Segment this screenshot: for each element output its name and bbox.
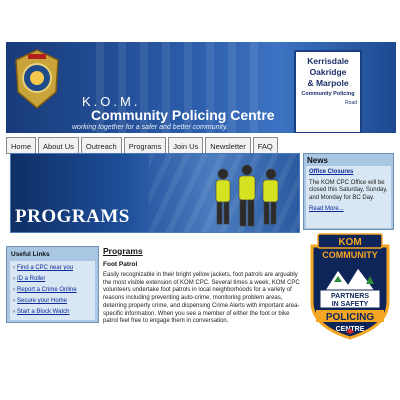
site-title: Community Policing Centre — [91, 107, 275, 123]
link-id-roller[interactable]: › ID a Roller — [13, 274, 95, 285]
neighbourhood-sign: Kerrisdale Oakridge & Marpole Community … — [294, 50, 362, 133]
arrow-right-icon: › — [13, 287, 15, 293]
news-title: News — [307, 156, 328, 165]
page-wrapper: K.O.M. Community Policing Centre working… — [6, 42, 396, 342]
nav-newsletter[interactable]: Newsletter — [205, 137, 251, 154]
office-closures-link[interactable]: Office Closures — [309, 169, 388, 177]
logo-policing-text: POLICING — [326, 312, 375, 323]
partners-in-safety-logo: KOM COMMUNITY PARTNERS IN SAFETY POLICIN… — [310, 233, 390, 340]
sign-neighbourhoods: Kerrisdale Oakridge & Marpole — [296, 52, 360, 89]
news-text: The KOM CPC Office will be closed this S… — [309, 179, 388, 201]
logo-partners-text: PARTNERS — [331, 293, 369, 300]
arrow-right-icon: › — [13, 276, 15, 282]
logo-kom-text: KOM — [338, 237, 361, 248]
link-secure-home[interactable]: › Secure your Home — [13, 296, 95, 307]
header-banner: K.O.M. Community Policing Centre working… — [6, 42, 396, 133]
logo-community-text: COMMUNITY — [322, 250, 378, 260]
nav-programs[interactable]: Programs — [123, 137, 167, 154]
nav-faq[interactable]: FAQ — [252, 137, 278, 154]
link-label[interactable]: ID a Roller — [17, 276, 45, 282]
logo-in-safety-text: IN SAFETY — [332, 301, 369, 308]
nav-home[interactable]: Home — [6, 137, 37, 154]
sign-line-marpole: & Marpole — [307, 78, 349, 88]
read-more-link[interactable]: Read More... — [309, 206, 388, 214]
useful-links-panel: Useful Links › Find a CPC near you › ID a … — [6, 246, 99, 323]
link-label[interactable]: Report a Crime Online — [17, 287, 77, 293]
sign-community-policing: Community Policing — [301, 91, 355, 97]
link-block-watch[interactable]: › Start a Block Watch — [13, 307, 95, 318]
link-find-cpc[interactable]: › Find a CPC near you — [13, 263, 95, 274]
nav-about-us[interactable]: About Us — [38, 137, 79, 154]
police-badge-icon — [15, 49, 59, 109]
programs-hero-banner: PROGRAMS — [10, 153, 300, 233]
foot-patrol-paragraph: Easily recognizable in their bright yell… — [103, 272, 300, 325]
news-body: Office Closures The KOM CPC Office will … — [306, 166, 391, 228]
sign-line-oakridge: Oakridge — [309, 67, 347, 77]
programs-heading: Programs — [103, 246, 143, 256]
sign-road: Road — [345, 100, 357, 106]
link-label[interactable]: Find a CPC near you — [17, 265, 73, 271]
arrow-right-icon: › — [13, 265, 15, 271]
arrow-right-icon: › — [13, 309, 15, 315]
link-label[interactable]: Start a Block Watch — [17, 309, 69, 315]
nav-join-us[interactable]: Join Us — [168, 137, 204, 154]
useful-links-title: Useful Links — [11, 251, 50, 258]
patrol-volunteers-image — [215, 164, 279, 227]
foot-patrol-heading: Foot Patrol — [103, 261, 138, 268]
news-panel: News Office Closures The KOM CPC Office … — [303, 153, 394, 230]
arrow-right-icon: › — [13, 298, 15, 304]
hero-title: PROGRAMS — [15, 206, 130, 227]
link-label[interactable]: Secure your Home — [17, 298, 67, 304]
site-tagline: working together for a safer and better … — [72, 124, 228, 131]
link-report-crime[interactable]: › Report a Crime Online — [13, 285, 95, 296]
sign-line-kerrisdale: Kerrisdale — [307, 56, 349, 66]
nav-outreach[interactable]: Outreach — [80, 137, 122, 154]
useful-links-list: › Find a CPC near you › ID a Roller › Repor… — [10, 261, 95, 320]
